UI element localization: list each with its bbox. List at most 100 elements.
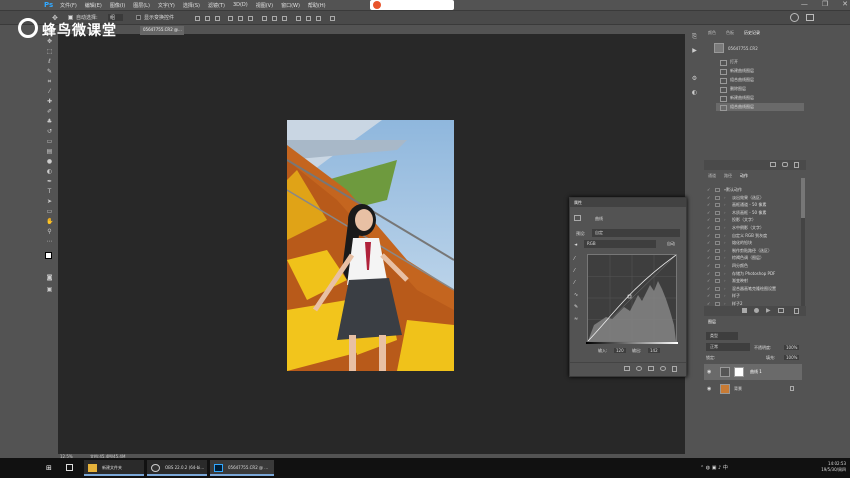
- workspace-icon[interactable]: [806, 14, 814, 21]
- dialog-toggle-box[interactable]: [715, 233, 720, 238]
- gray-point-eyedropper-icon[interactable]: ⁄: [574, 268, 575, 274]
- more-tools-icon[interactable]: ⋯: [46, 239, 53, 245]
- black-point-eyedropper-icon[interactable]: ⁄: [574, 256, 575, 262]
- white-point-eyedropper-icon[interactable]: ⁄: [574, 280, 575, 286]
- show-transform-checkbox[interactable]: [136, 15, 141, 20]
- history-item[interactable]: 新建曲线图层: [716, 67, 804, 75]
- dialog-toggle-box[interactable]: [715, 286, 720, 291]
- align-center-icon[interactable]: [238, 16, 243, 21]
- history-item[interactable]: 组合曲线图层: [716, 76, 804, 84]
- blend-mode-dropdown[interactable]: 正常: [706, 343, 750, 351]
- healing-brush-icon[interactable]: ✚: [46, 99, 53, 105]
- search-icon[interactable]: [790, 13, 799, 22]
- task-view-icon[interactable]: [66, 464, 73, 471]
- menu-type[interactable]: 文字(Y): [158, 2, 175, 9]
- screen-mode-icon[interactable]: ▣: [46, 287, 53, 293]
- input-value[interactable]: 120: [614, 348, 626, 353]
- tab-actions[interactable]: 动作: [740, 173, 748, 179]
- tab-color[interactable]: 颜色: [708, 30, 716, 36]
- eyedropper-tool-icon[interactable]: ⁄: [46, 89, 53, 95]
- menu-image[interactable]: 图像(I): [110, 2, 125, 9]
- brush-tool-icon[interactable]: ✐: [46, 109, 53, 115]
- recording-toolbar[interactable]: [370, 0, 454, 10]
- history-item[interactable]: 删除图层: [716, 85, 804, 93]
- document-tab[interactable]: 05647755.CR2 @...: [140, 26, 184, 35]
- stop-icon[interactable]: [742, 308, 747, 313]
- dialog-toggle-box[interactable]: [715, 241, 720, 246]
- view-previous-icon[interactable]: [636, 366, 642, 371]
- close-button[interactable]: ✕: [842, 0, 848, 8]
- dialog-toggle-box[interactable]: [715, 279, 720, 284]
- foreground-color-swatch[interactable]: [45, 252, 52, 259]
- clone-stamp-icon[interactable]: ♣: [46, 119, 53, 125]
- distribute-left-icon[interactable]: [296, 16, 301, 21]
- menu-help[interactable]: 帮助(H): [308, 2, 326, 9]
- pen-tool-icon[interactable]: ✒: [46, 179, 53, 185]
- clip-to-layer-icon[interactable]: [624, 366, 630, 371]
- tab-swatches[interactable]: 色板: [726, 30, 734, 36]
- align-middle-icon[interactable]: [205, 16, 210, 21]
- pencil-draw-icon[interactable]: ✎: [574, 304, 578, 310]
- history-item[interactable]: 新建曲线图层: [716, 94, 804, 102]
- taskbar-item-photoshop[interactable]: 05647755.CR2 @ ...: [210, 460, 274, 476]
- reset-icon[interactable]: [648, 366, 654, 371]
- curve-edit-icon[interactable]: ∿: [574, 292, 578, 298]
- record-action-icon[interactable]: [754, 308, 759, 313]
- trash-icon[interactable]: [794, 162, 799, 168]
- preset-dropdown[interactable]: 自定: [592, 229, 680, 237]
- menu-3d[interactable]: 3D(D): [233, 2, 248, 8]
- layer-mask-thumbnail[interactable]: [734, 367, 744, 377]
- curves-graph[interactable]: [587, 254, 677, 342]
- align-top-icon[interactable]: [195, 16, 200, 21]
- dialog-toggle-box[interactable]: [715, 264, 720, 268]
- distribute-middle-icon[interactable]: [272, 16, 277, 21]
- smooth-icon[interactable]: ≈: [574, 316, 578, 322]
- menu-edit[interactable]: 编辑(E): [85, 2, 102, 9]
- lasso-tool-icon[interactable]: ℓ: [46, 59, 53, 65]
- layer-name[interactable]: 曲线 1: [750, 369, 762, 375]
- crop-tool-icon[interactable]: ⌗: [46, 79, 53, 85]
- properties-panel[interactable]: 属性 曲线 预设: 自定 ☚ RGB 自动 ⁄ ⁄ ⁄ ∿ ✎ ≈ 输入: 12…: [569, 197, 687, 377]
- path-select-icon[interactable]: ➤: [46, 199, 53, 205]
- tab-paths[interactable]: 路径: [724, 173, 732, 179]
- tray-icons[interactable]: ⌃ ◍ ▣ ♪ 中: [700, 464, 728, 471]
- dialog-toggle-box[interactable]: [715, 188, 720, 192]
- menu-window[interactable]: 窗口(W): [281, 2, 300, 9]
- layer-name[interactable]: 背景: [734, 386, 742, 392]
- dialog-toggle-box[interactable]: [715, 218, 720, 223]
- history-item-selected[interactable]: 组合曲线图层: [716, 103, 804, 111]
- taskbar-item-obs[interactable]: OBS 22.0.2 (64-bi...: [147, 460, 207, 476]
- restore-button[interactable]: ❐: [822, 0, 828, 8]
- dialog-toggle-box[interactable]: [715, 226, 720, 230]
- fill-input[interactable]: 100%: [784, 355, 800, 360]
- gradient-tool-icon[interactable]: ▤: [46, 149, 53, 155]
- camera-icon[interactable]: [782, 162, 788, 167]
- channel-dropdown[interactable]: RGB: [584, 240, 656, 248]
- auto-button[interactable]: 自动: [660, 240, 682, 248]
- dialog-toggle-box[interactable]: [715, 248, 720, 253]
- distribute-top-icon[interactable]: [262, 16, 267, 21]
- windows-start-icon[interactable]: ⊞: [46, 464, 52, 472]
- menu-layer[interactable]: 图层(L): [133, 2, 150, 9]
- align-right-icon[interactable]: [248, 16, 253, 21]
- history-brush-icon[interactable]: ↺: [46, 129, 53, 135]
- output-value[interactable]: 142: [648, 348, 660, 353]
- opacity-input[interactable]: 100%: [784, 345, 800, 350]
- adjustments-panel-icon[interactable]: ◐: [691, 90, 698, 96]
- scrollbar-thumb[interactable]: [801, 178, 805, 218]
- layer-row[interactable]: ◉ 背景: [704, 381, 802, 397]
- actions-scrollbar[interactable]: [801, 178, 805, 306]
- tab-history[interactable]: 历史记录: [744, 30, 760, 36]
- menu-view[interactable]: 视图(V): [256, 2, 273, 9]
- visibility-toggle-icon[interactable]: [660, 366, 666, 371]
- actions-panel-icon[interactable]: ▶: [691, 48, 698, 54]
- dodge-tool-icon[interactable]: ◐: [46, 169, 53, 175]
- trash-icon[interactable]: [794, 308, 799, 314]
- dialog-toggle-box[interactable]: [715, 271, 720, 276]
- properties-header[interactable]: 属性: [570, 198, 686, 207]
- document-image[interactable]: [287, 120, 454, 371]
- visibility-eye-icon[interactable]: ◉: [707, 386, 711, 392]
- dialog-toggle-box[interactable]: [715, 210, 720, 215]
- minimize-button[interactable]: —: [801, 0, 808, 8]
- tab-layers[interactable]: 图层: [708, 319, 716, 325]
